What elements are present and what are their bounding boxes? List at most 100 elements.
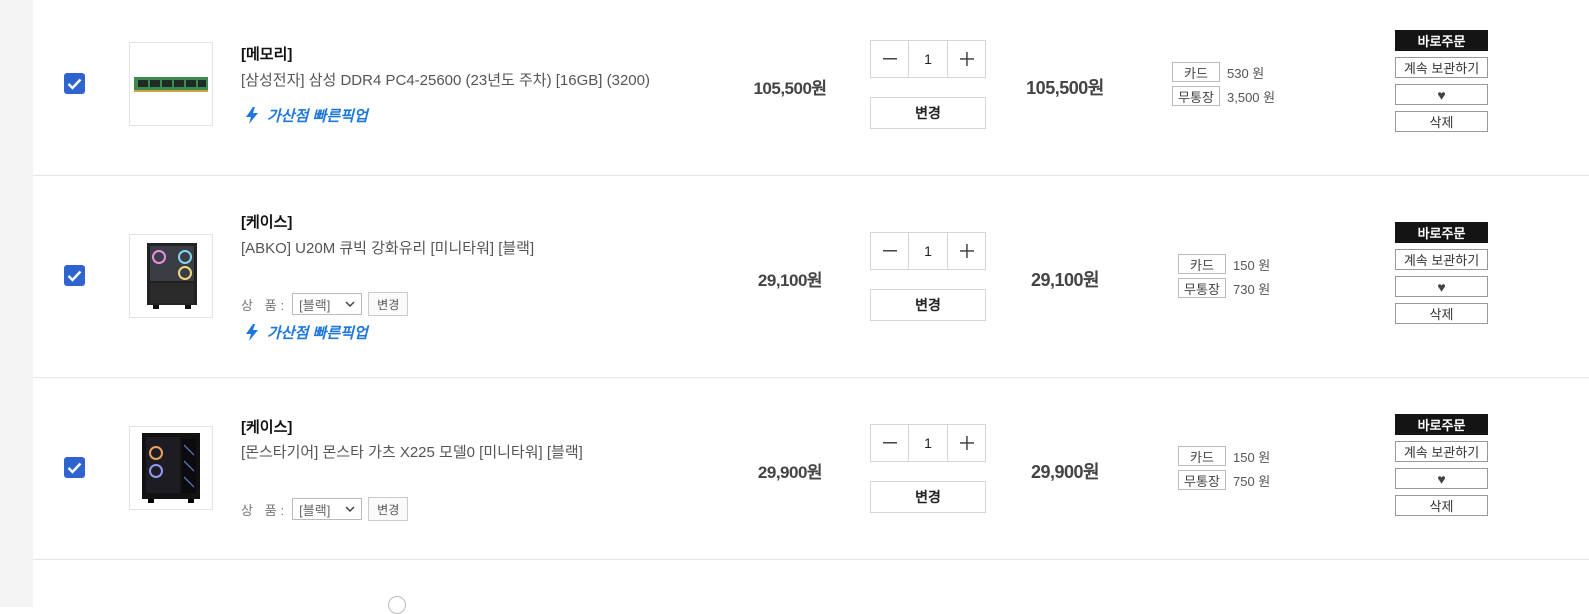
item-actions: 바로주문 계속 보관하기 ♥ 삭제 [1395, 30, 1488, 138]
option-select[interactable]: [블랙] [292, 293, 363, 315]
decrease-quantity-button[interactable] [871, 233, 908, 269]
item-checkbox[interactable] [64, 457, 85, 478]
cart-row: [케이스] [ABKO] U20M 큐빅 강화유리 [미니타워] [블랙] 상 … [33, 176, 1589, 378]
quantity-input[interactable]: 1 [908, 41, 948, 77]
item-name[interactable]: [ABKO] U20M 큐빅 강화유리 [미니타워] [블랙] [241, 237, 534, 258]
option-change-button[interactable]: 변경 [368, 497, 409, 521]
unit-price: 29,100원 [757, 271, 823, 290]
card-points-line: 카드 530 원 [1172, 62, 1264, 82]
option-label: 상 품: [241, 502, 289, 518]
quantity-change-button[interactable]: 변경 [870, 289, 986, 321]
quantity-stepper: 1 [870, 424, 986, 462]
check-icon [67, 78, 82, 90]
ram-image [134, 77, 208, 92]
unit-price: 105,500원 [753, 79, 827, 98]
card-tag: 카드 [1178, 254, 1226, 274]
increase-quantity-button[interactable] [948, 233, 985, 269]
quantity-input[interactable]: 1 [908, 233, 948, 269]
card-points: 150 원 [1233, 449, 1271, 465]
total-price: 29,900원 [1030, 462, 1100, 482]
decrease-quantity-button[interactable] [871, 41, 908, 77]
total-price: 105,500원 [1026, 78, 1104, 98]
bank-tag: 무통장 [1178, 470, 1226, 490]
pickup-label: 가산점 빠른픽업 [267, 325, 368, 342]
option-selected: [블랙] [299, 502, 331, 518]
chevron-down-icon [345, 506, 355, 512]
minus-icon [882, 250, 897, 252]
increase-quantity-button[interactable] [948, 41, 985, 77]
option-selected: [블랙] [299, 297, 331, 313]
bank-points-line: 무통장 3,500 원 [1172, 86, 1275, 106]
pc-case-image [147, 243, 197, 309]
cart-row: [케이스] [몬스타기어] 몬스타 가츠 X225 모델0 [미니타워] [블랙… [33, 378, 1589, 560]
order-now-button[interactable]: 바로주문 [1395, 222, 1488, 243]
chevron-down-icon [345, 301, 355, 307]
quantity-input[interactable]: 1 [908, 425, 948, 461]
bank-tag: 무통장 [1172, 86, 1220, 106]
option-select[interactable]: [블랙] [292, 498, 363, 520]
keep-storing-button[interactable]: 계속 보관하기 [1395, 249, 1488, 270]
fast-pickup-badge: 가산점 빠른픽업 [245, 322, 368, 343]
quantity-change-button[interactable]: 변경 [870, 97, 986, 129]
minus-icon [882, 442, 897, 444]
item-checkbox[interactable] [64, 73, 85, 94]
bank-points-line: 무통장 730 원 [1178, 278, 1270, 298]
plus-icon [959, 52, 974, 66]
delete-button[interactable]: 삭제 [1395, 111, 1488, 132]
item-name[interactable]: [몬스타기어] 몬스타 가츠 X225 모델0 [미니타워] [블랙] [241, 441, 583, 462]
unit-price: 29,900원 [757, 463, 823, 482]
quantity-stepper: 1 [870, 40, 986, 78]
heart-icon: ♥ [1437, 278, 1446, 295]
plus-icon [959, 244, 974, 258]
option-change-button[interactable]: 변경 [368, 292, 409, 316]
left-gutter [0, 0, 33, 607]
delete-button[interactable]: 삭제 [1395, 303, 1488, 324]
pc-case-image [142, 433, 200, 503]
wishlist-button[interactable]: ♥ [1395, 84, 1488, 105]
item-checkbox[interactable] [64, 265, 85, 286]
card-points-line: 카드 150 원 [1178, 446, 1270, 466]
pickup-label: 가산점 빠른픽업 [267, 108, 368, 125]
card-points-line: 카드 150 원 [1178, 254, 1270, 274]
plus-icon [959, 436, 974, 450]
lightning-icon [246, 324, 258, 341]
delete-button[interactable]: 삭제 [1395, 495, 1488, 516]
item-name[interactable]: [삼성전자] 삼성 DDR4 PC4-25600 (23년도 주차) [16GB… [241, 69, 650, 90]
option-row: 상 품: [블랙] 변경 [241, 292, 409, 316]
item-actions: 바로주문 계속 보관하기 ♥ 삭제 [1395, 414, 1488, 522]
card-points: 150 원 [1233, 257, 1271, 273]
order-now-button[interactable]: 바로주문 [1395, 30, 1488, 51]
heart-icon: ♥ [1437, 470, 1446, 487]
option-label: 상 품: [241, 297, 289, 313]
check-icon [67, 462, 82, 474]
next-row-partial-icon [388, 596, 406, 614]
increase-quantity-button[interactable] [948, 425, 985, 461]
wishlist-button[interactable]: ♥ [1395, 468, 1488, 489]
card-tag: 카드 [1172, 62, 1220, 82]
quantity-change-button[interactable]: 변경 [870, 481, 986, 513]
product-thumbnail-ram[interactable] [129, 42, 213, 126]
lightning-icon [246, 107, 258, 124]
option-row: 상 품: [블랙] 변경 [241, 497, 409, 521]
item-actions: 바로주문 계속 보관하기 ♥ 삭제 [1395, 222, 1488, 330]
wishlist-button[interactable]: ♥ [1395, 276, 1488, 297]
card-tag: 카드 [1178, 446, 1226, 466]
card-points: 530 원 [1227, 65, 1265, 81]
keep-storing-button[interactable]: 계속 보관하기 [1395, 57, 1488, 78]
cart-row: [메모리] [삼성전자] 삼성 DDR4 PC4-25600 (23년도 주차)… [33, 0, 1589, 176]
fast-pickup-badge: 가산점 빠른픽업 [245, 105, 368, 126]
heart-icon: ♥ [1437, 86, 1446, 103]
quantity-stepper: 1 [870, 232, 986, 270]
order-now-button[interactable]: 바로주문 [1395, 414, 1488, 435]
bank-points: 3,500 원 [1227, 89, 1276, 105]
bank-points: 730 원 [1233, 281, 1271, 297]
keep-storing-button[interactable]: 계속 보관하기 [1395, 441, 1488, 462]
product-thumbnail-case[interactable] [129, 426, 213, 510]
bank-points: 750 원 [1233, 473, 1271, 489]
check-icon [67, 270, 82, 282]
item-category: [케이스] [241, 214, 293, 231]
decrease-quantity-button[interactable] [871, 425, 908, 461]
bank-tag: 무통장 [1178, 278, 1226, 298]
product-thumbnail-case[interactable] [129, 234, 213, 318]
minus-icon [882, 58, 897, 60]
